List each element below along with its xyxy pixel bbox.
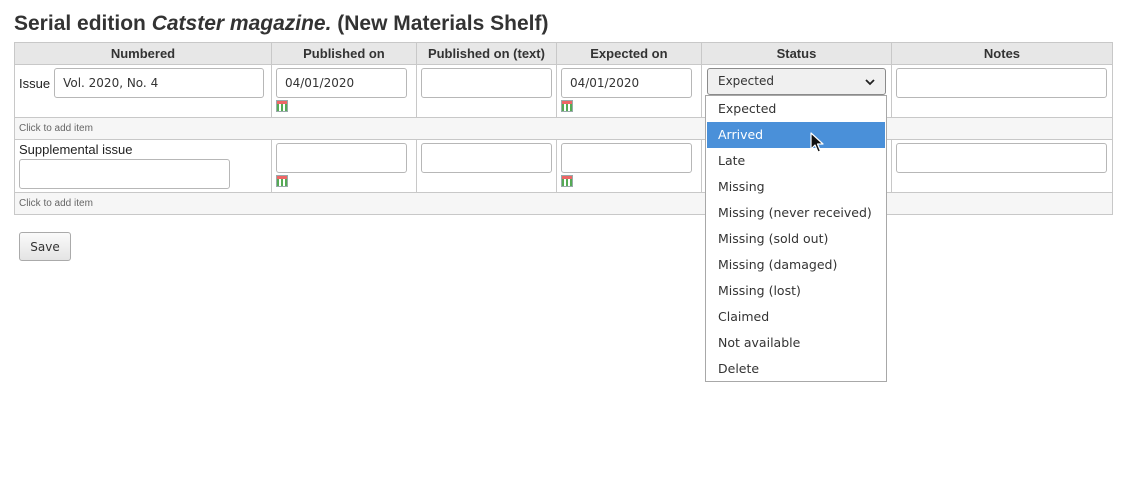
table-row-supplemental: Supplemental issue — [14, 139, 1114, 193]
col-header-status: Status — [700, 42, 892, 65]
chevron-down-icon — [865, 79, 875, 86]
title-prefix: Serial edition — [14, 12, 152, 35]
status-option[interactable]: Missing (lost) — [707, 278, 885, 304]
title-name: Catster magazine. — [151, 12, 332, 35]
col-header-numbered: Numbered — [14, 42, 272, 65]
table-row-add-item: Click to add item — [14, 192, 1113, 215]
notes-input[interactable] — [895, 68, 1107, 98]
status-option[interactable]: Late — [707, 148, 885, 174]
status-option[interactable]: Not available — [707, 330, 885, 356]
expected-on-input[interactable]: 04/01/2020 — [560, 68, 692, 98]
status-option[interactable]: Missing (damaged) — [707, 252, 885, 278]
col-header-expected-on: Expected on — [555, 42, 702, 65]
status-option[interactable]: Delete — [707, 356, 885, 382]
serial-issues-table: Numbered Published on Published on (text… — [14, 42, 1114, 215]
calendar-icon[interactable] — [275, 175, 288, 187]
calendar-icon[interactable] — [560, 175, 573, 187]
col-header-notes: Notes — [890, 42, 1114, 65]
published-text-input[interactable] — [420, 68, 552, 98]
page-title: Serial edition Catster magazine. (New Ma… — [14, 12, 549, 36]
supplemental-notes-input[interactable] — [895, 143, 1107, 173]
table-row-issue: Issue Vol. 2020, No. 4 04/01/2020 04/01/… — [14, 64, 1114, 118]
mouse-pointer-icon — [810, 132, 824, 153]
supplemental-label: Supplemental issue — [19, 142, 133, 157]
status-option[interactable]: Missing — [707, 174, 885, 200]
status-option[interactable]: Expected — [707, 96, 885, 122]
published-on-input[interactable]: 04/01/2020 — [275, 68, 407, 98]
table-row-add-item: Click to add item — [14, 117, 1113, 140]
supplemental-published-on-input[interactable] — [275, 143, 407, 173]
supplemental-published-text-input[interactable] — [420, 143, 552, 173]
status-option[interactable]: Missing (never received) — [707, 200, 885, 226]
issue-label: Issue — [19, 75, 51, 91]
status-option-highlighted[interactable]: Arrived — [707, 122, 885, 148]
status-selected-value: Expected — [718, 74, 774, 88]
calendar-icon[interactable] — [560, 100, 573, 112]
status-option[interactable]: Claimed — [707, 304, 885, 330]
add-item-link[interactable]: Click to add item — [19, 198, 93, 209]
save-button[interactable]: Save — [19, 232, 71, 261]
col-header-published-on: Published on — [270, 42, 417, 65]
calendar-icon[interactable] — [275, 100, 288, 112]
title-suffix: (New Materials Shelf) — [331, 12, 549, 35]
numbered-input[interactable]: Vol. 2020, No. 4 — [54, 68, 265, 98]
status-option[interactable]: Missing (sold out) — [707, 226, 885, 252]
status-select[interactable]: Expected — [707, 68, 886, 95]
col-header-published-text: Published on (text) — [415, 42, 557, 65]
status-dropdown-list: Expected Arrived Late Missing Missing (n… — [705, 95, 887, 382]
supplemental-numbered-input[interactable] — [19, 159, 230, 189]
add-item-link[interactable]: Click to add item — [19, 123, 93, 134]
supplemental-expected-on-input[interactable] — [560, 143, 692, 173]
